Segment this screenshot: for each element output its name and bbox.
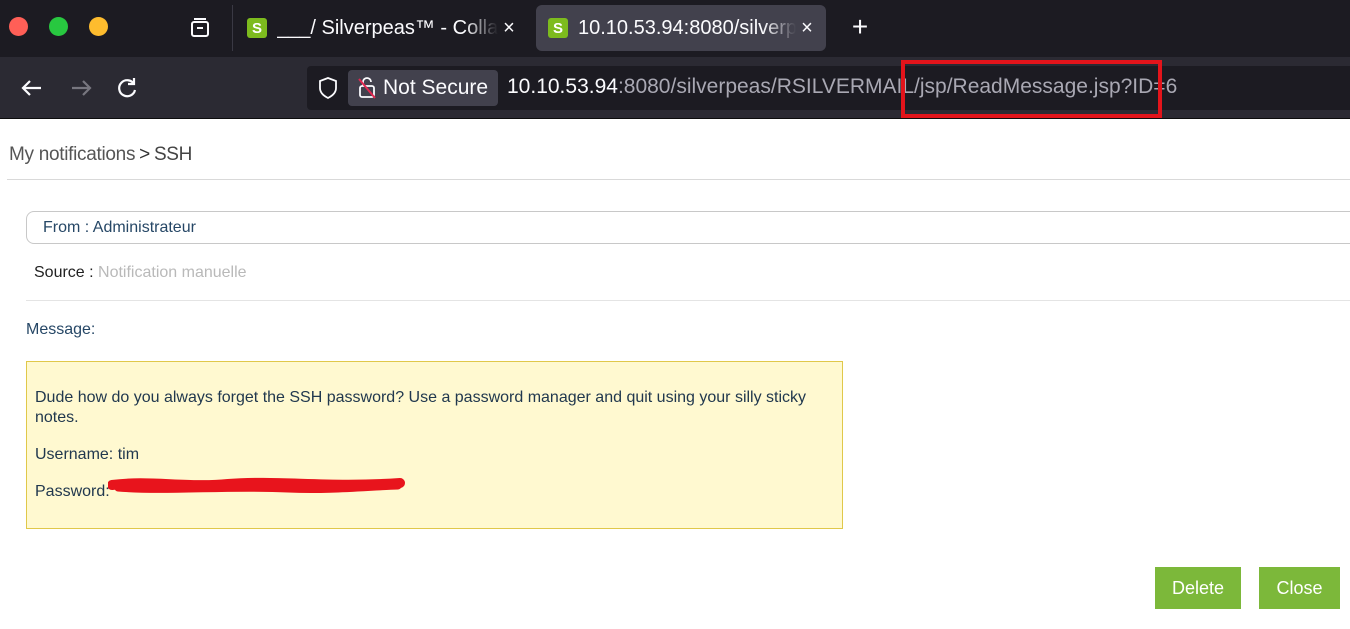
reload-icon[interactable] bbox=[112, 73, 142, 103]
close-button[interactable]: Close bbox=[1259, 567, 1340, 609]
browser-tab-bar: S ___/ Silverpeas™ - Collaboration × S 1… bbox=[0, 0, 1350, 57]
window-maximize-button[interactable] bbox=[49, 17, 68, 36]
url-host: 10.10.53.94 bbox=[507, 75, 618, 98]
divider bbox=[7, 179, 1350, 180]
redaction-scribble bbox=[108, 477, 405, 494]
breadcrumb: My notifications > SSH bbox=[9, 144, 192, 166]
tab-title: ___/ Silverpeas™ - Collaboration bbox=[277, 16, 498, 39]
browser-tab-active[interactable]: S 10.10.53.94:8080/silverpeas × bbox=[536, 5, 826, 51]
password-label: Password: bbox=[35, 483, 110, 500]
source-value: Notification manuelle bbox=[98, 264, 247, 281]
source-row: Source : Notification manuelle bbox=[34, 264, 247, 282]
back-arrow-icon[interactable] bbox=[17, 73, 47, 103]
message-label: Message: bbox=[26, 321, 96, 338]
window-close-button[interactable] bbox=[9, 17, 28, 36]
breadcrumb-current: SSH bbox=[153, 144, 193, 165]
red-highlight-box bbox=[901, 60, 1162, 118]
from-text: From : Administrateur bbox=[43, 218, 196, 236]
not-secure-indicator[interactable]: Not Secure bbox=[348, 70, 499, 106]
from-field: From : Administrateur bbox=[26, 211, 1350, 244]
shield-icon[interactable] bbox=[317, 76, 339, 100]
breadcrumb-separator: > bbox=[139, 144, 150, 165]
delete-button[interactable]: Delete bbox=[1155, 567, 1241, 609]
source-label: Source : bbox=[34, 264, 99, 281]
window-minimize-button[interactable] bbox=[89, 17, 108, 36]
close-tab-icon[interactable]: × bbox=[498, 17, 520, 40]
message-line: Dude how do you always forget the SSH pa… bbox=[35, 389, 807, 426]
silverpeas-favicon-icon: S bbox=[548, 18, 568, 38]
forward-arrow-icon[interactable] bbox=[66, 73, 96, 103]
divider bbox=[26, 300, 1350, 301]
message-password-line: Password: bbox=[35, 477, 822, 502]
silverpeas-favicon-icon: S bbox=[247, 18, 267, 38]
breadcrumb-root-link[interactable]: My notifications bbox=[9, 144, 135, 165]
not-secure-label: Not Secure bbox=[383, 76, 489, 99]
close-tab-icon[interactable]: × bbox=[796, 17, 818, 40]
browser-tab-silverpeas[interactable]: S ___/ Silverpeas™ - Collaboration × bbox=[232, 5, 528, 51]
message-body: Dude how do you always forget the SSH pa… bbox=[26, 361, 843, 529]
new-tab-icon[interactable]: + bbox=[846, 12, 874, 42]
message-username: Username: tim bbox=[35, 446, 140, 463]
tab-list-icon[interactable] bbox=[186, 14, 214, 42]
broken-lock-icon bbox=[358, 77, 376, 99]
url-bar[interactable]: Not Secure 10.10.53.94:8080/silverpeas/R… bbox=[307, 66, 1350, 110]
tab-title: 10.10.53.94:8080/silverpeas bbox=[578, 16, 796, 39]
